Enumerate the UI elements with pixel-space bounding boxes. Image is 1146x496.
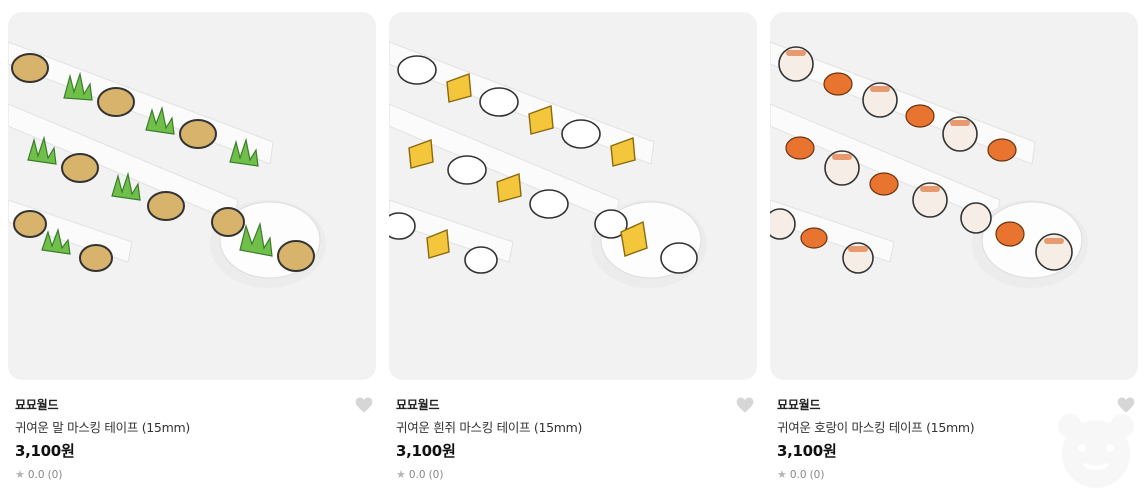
tape-image-mouse xyxy=(389,41,707,288)
star-icon: ★ xyxy=(777,468,787,481)
seller-name: 묘묘월드 xyxy=(777,398,821,412)
star-icon: ★ xyxy=(396,468,406,481)
bear-mascot-icon[interactable] xyxy=(1054,408,1138,492)
star-icon: ★ xyxy=(15,468,25,481)
product-title[interactable]: 귀여운 흰쥐 마스킹 테이프 (15mm) xyxy=(396,417,582,436)
product-price: 3,100원 xyxy=(396,442,456,460)
product-card-mouse[interactable]: 묘묘월드 귀여운 흰쥐 마스킹 테이프 (15mm) 3,100원 ★ 0.0 … xyxy=(389,12,757,496)
rating-value: 0.0 xyxy=(408,468,426,481)
product-rating: ★ 0.0 (0) xyxy=(396,468,443,481)
product-title[interactable]: 귀여운 호랑이 마스킹 테이프 (15mm) xyxy=(777,417,975,436)
product-card-horse[interactable]: 묘묘월드 귀여운 말 마스킹 테이프 (15mm) 3,100원 ★ 0.0 (… xyxy=(8,12,376,496)
product-rating: ★ 0.0 (0) xyxy=(777,468,824,481)
rating-value: 0.0 xyxy=(27,468,45,481)
product-thumbnail[interactable] xyxy=(770,12,1138,380)
product-price: 3,100원 xyxy=(15,442,75,460)
product-thumbnail[interactable] xyxy=(8,12,376,380)
heart-icon[interactable] xyxy=(735,395,755,415)
tape-image-tiger xyxy=(770,41,1088,288)
seller-name: 묘묘월드 xyxy=(396,398,440,412)
review-count: (0) xyxy=(428,468,444,481)
review-count: (0) xyxy=(809,468,825,481)
tape-image-horse xyxy=(8,41,326,288)
product-title[interactable]: 귀여운 말 마스킹 테이프 (15mm) xyxy=(15,417,190,436)
product-thumbnail[interactable] xyxy=(389,12,757,380)
heart-icon[interactable] xyxy=(354,395,374,415)
review-count: (0) xyxy=(47,468,63,481)
seller-name: 묘묘월드 xyxy=(15,398,59,412)
product-price: 3,100원 xyxy=(777,442,837,460)
rating-value: 0.0 xyxy=(789,468,807,481)
product-rating: ★ 0.0 (0) xyxy=(15,468,62,481)
